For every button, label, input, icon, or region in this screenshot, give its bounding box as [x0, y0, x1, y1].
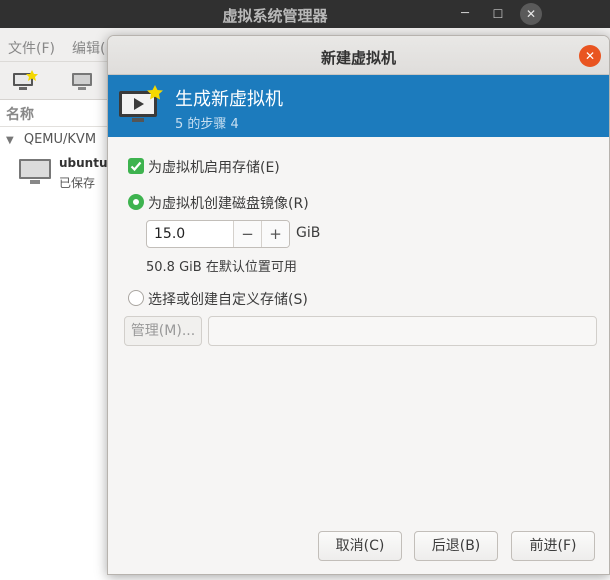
dialog-titlebar[interactable]: 新建虚拟机 ✕	[108, 36, 609, 75]
create-disk-radio[interactable]	[128, 194, 144, 210]
create-disk-label[interactable]: 为虚拟机创建磁盘镜像(R)	[148, 193, 309, 213]
disk-size-stepper[interactable]: 15.0 − +	[146, 220, 290, 248]
custom-storage-label[interactable]: 选择或创建自定义存储(S)	[148, 289, 308, 309]
disk-size-unit: GiB	[296, 225, 321, 241]
menu-file[interactable]: 文件(F)	[8, 38, 55, 58]
minimize-icon[interactable]: ─	[454, 3, 476, 25]
dialog-title: 新建虚拟机	[320, 49, 396, 67]
decrease-icon[interactable]: −	[233, 221, 261, 247]
main-window-titlebar: 虚拟系统管理器 ─ ☐ ✕	[0, 0, 610, 28]
expand-arrow-icon[interactable]: ▼	[6, 135, 14, 146]
back-button[interactable]: 后退(B)	[414, 531, 498, 561]
vm-monitor-icon	[19, 159, 51, 184]
enable-storage-checkbox[interactable]	[128, 158, 144, 174]
vm-state: 已保存	[59, 176, 96, 190]
banner-title: 生成新虚拟机	[175, 89, 283, 110]
new-vm-dialog: 新建虚拟机 ✕ 生成新虚拟机 5 的步骤 4 为虚拟机启用存储(E) 为虚拟机创…	[107, 35, 610, 575]
connection-label: QEMU/KVM	[23, 132, 97, 147]
custom-storage-path-input[interactable]	[208, 316, 597, 346]
new-vm-banner-icon	[119, 85, 163, 122]
increase-icon[interactable]: +	[261, 221, 289, 247]
enable-storage-label[interactable]: 为虚拟机启用存储(E)	[148, 157, 280, 177]
monitor-icon[interactable]	[70, 69, 96, 93]
banner-step: 5 的步骤 4	[175, 117, 239, 132]
menu-edit[interactable]: 编辑(	[72, 38, 105, 58]
new-vm-icon[interactable]	[12, 69, 38, 93]
cancel-button[interactable]: 取消(C)	[318, 531, 402, 561]
forward-button[interactable]: 前进(F)	[511, 531, 595, 561]
disk-size-value[interactable]: 15.0	[154, 226, 185, 242]
dialog-close-icon[interactable]: ✕	[579, 45, 601, 67]
checkmark-icon	[130, 161, 142, 172]
maximize-icon[interactable]: ☐	[487, 3, 509, 25]
wizard-banner: 生成新虚拟机 5 的步骤 4	[108, 75, 609, 137]
connection-row[interactable]: ▼ QEMU/KVM	[6, 132, 96, 147]
close-icon[interactable]: ✕	[520, 3, 542, 25]
available-space-text: 50.8 GiB 在默认位置可用	[146, 260, 297, 275]
custom-storage-radio[interactable]	[128, 290, 144, 306]
column-header-name[interactable]: 名称	[6, 104, 34, 124]
manage-button[interactable]: 管理(M)...	[124, 316, 202, 346]
